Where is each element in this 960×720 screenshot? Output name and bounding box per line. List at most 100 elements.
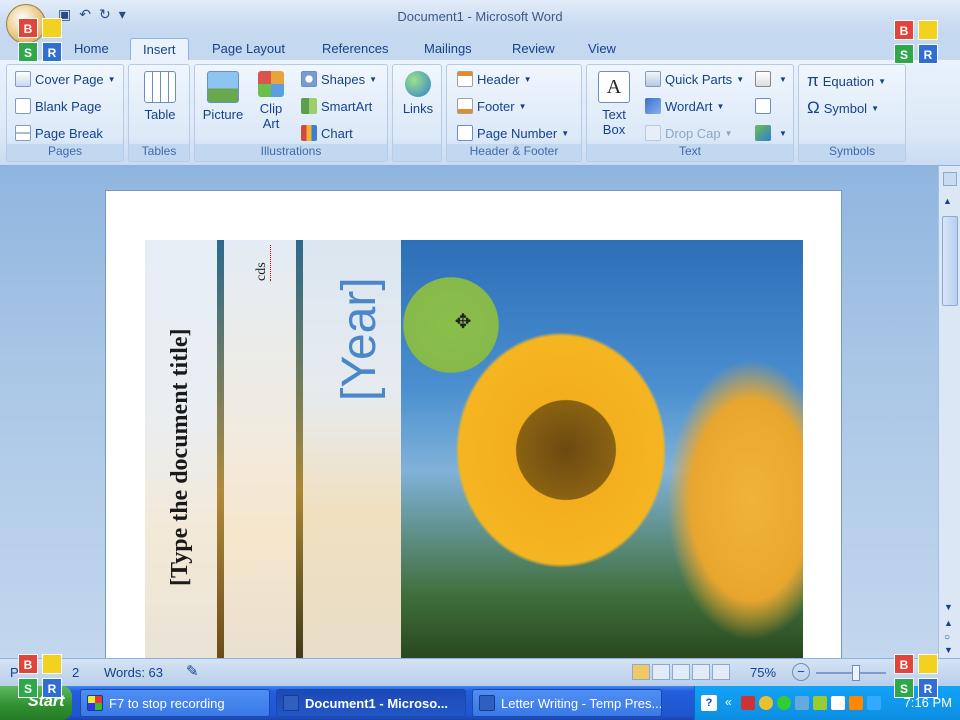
tray-app-icon[interactable] <box>741 696 755 710</box>
company-name[interactable]: cds <box>254 245 274 281</box>
page-break-button[interactable]: Page Break <box>15 125 103 141</box>
vertical-scrollbar[interactable]: ▲ ▼ ▲ ○ ▼ <box>938 166 960 658</box>
group-links: Links <box>392 64 442 162</box>
select-browse-object-icon[interactable]: ○ <box>944 632 950 643</box>
badge-blank <box>918 20 938 40</box>
tray-app-icon[interactable] <box>813 696 827 710</box>
task-letter-writing[interactable]: Letter Writing - Temp Pres... <box>472 689 662 717</box>
chevron-down-icon: ▼ <box>871 103 879 113</box>
help-icon[interactable]: ? <box>701 695 717 711</box>
expand-tray-icon[interactable]: « <box>725 695 732 709</box>
tab-home[interactable]: Home <box>62 38 121 60</box>
tray-app-icon[interactable] <box>867 696 881 710</box>
table-button[interactable]: Table <box>135 71 185 122</box>
drop-cap-label: Drop Cap <box>665 125 721 141</box>
footer-button[interactable]: Footer ▼ <box>457 98 527 114</box>
previous-page-icon[interactable]: ▲ <box>944 618 953 628</box>
chart-label: Chart <box>321 125 353 141</box>
page-number-button[interactable]: Page Number ▼ <box>457 125 569 141</box>
tray-app-icon[interactable] <box>795 696 809 710</box>
badge-s: S <box>894 678 914 698</box>
zoom-level[interactable]: 75% <box>750 665 776 680</box>
full-screen-reading-icon[interactable] <box>652 664 670 680</box>
links-button[interactable]: Links <box>397 71 439 116</box>
document-page[interactable]: [Type the document title] cds [Year] ✥ <box>105 190 842 660</box>
group-label-illustrations: Illustrations <box>195 144 387 160</box>
tab-page-layout[interactable]: Page Layout <box>200 38 297 60</box>
chart-icon <box>301 125 317 141</box>
badge-s: S <box>894 44 914 64</box>
chart-button[interactable]: Chart <box>301 125 353 141</box>
year-placeholder[interactable]: [Year] <box>328 251 388 401</box>
tray-app-icon[interactable] <box>831 696 845 710</box>
tab-insert[interactable]: Insert <box>130 38 189 60</box>
badge-b: B <box>894 654 914 674</box>
print-layout-icon[interactable] <box>632 664 650 680</box>
blank-page-button[interactable]: Blank Page <box>15 98 102 114</box>
document-area[interactable]: [Type the document title] cds [Year] ✥ <box>0 166 938 660</box>
footer-label: Footer <box>477 98 515 114</box>
shapes-label: Shapes <box>321 71 366 87</box>
shapes-button[interactable]: Shapes ▼ <box>301 71 377 87</box>
taskbar: Start F7 to stop recording Document1 - M… <box>0 686 960 720</box>
proofing-icon[interactable]: ✎ <box>186 662 199 680</box>
symbol-label: Symbol <box>823 100 868 116</box>
task-word-document[interactable]: Document1 - Microso... <box>276 689 466 717</box>
badge-r: R <box>918 678 938 698</box>
wordart-icon <box>645 98 661 114</box>
tab-references[interactable]: References <box>310 38 400 60</box>
sunflower-image[interactable] <box>401 240 803 659</box>
network-icon[interactable] <box>777 696 791 710</box>
smartart-button[interactable]: SmartArt <box>301 98 372 114</box>
object-button[interactable]: ▼ <box>755 125 787 141</box>
page-number-label: Page Number <box>477 125 558 141</box>
web-layout-icon[interactable] <box>672 664 690 680</box>
zoom-slider[interactable] <box>816 672 886 674</box>
header-button[interactable]: Header ▼ <box>457 71 532 87</box>
group-symbols: π Equation ▼ Ω Symbol ▼ Symbols <box>798 64 906 162</box>
signature-line-button[interactable]: ▼ <box>755 71 787 87</box>
symbol-button[interactable]: Ω Symbol ▼ <box>807 98 879 118</box>
group-label-header-footer: Header & Footer <box>447 144 581 160</box>
wordart-button[interactable]: WordArt ▼ <box>645 98 724 114</box>
picture-button[interactable]: Picture <box>199 71 247 122</box>
tray-app-icon[interactable] <box>849 696 863 710</box>
quick-parts-label: Quick Parts <box>665 71 733 87</box>
task-recorder[interactable]: F7 to stop recording <box>80 689 270 717</box>
group-label-symbols: Symbols <box>799 144 905 160</box>
tab-view[interactable]: View <box>576 38 628 60</box>
bsr-logo-badge: B S R <box>18 654 64 700</box>
title-bar: ▣ ↶ ↻ ▾ Document1 - Microsoft Word <box>0 0 960 44</box>
next-page-icon[interactable]: ▼ <box>944 645 953 655</box>
draft-icon[interactable] <box>712 664 730 680</box>
ruler-toggle-icon[interactable] <box>943 172 957 186</box>
footer-icon <box>457 98 473 114</box>
cover-divider <box>296 240 303 659</box>
date-time-button[interactable] <box>755 98 775 114</box>
zoom-out-icon[interactable]: − <box>792 663 810 681</box>
text-box-button[interactable]: A Text Box <box>593 71 635 137</box>
group-label-links <box>393 144 441 160</box>
scrollbar-thumb[interactable] <box>942 216 958 306</box>
scroll-up-icon[interactable]: ▲ <box>943 196 952 206</box>
equation-button[interactable]: π Equation ▼ <box>807 71 886 91</box>
zoom-slider-thumb[interactable] <box>852 665 860 681</box>
security-icon[interactable] <box>759 696 773 710</box>
bsr-logo-badge: B S R <box>894 20 940 66</box>
badge-b: B <box>18 654 38 674</box>
cover-page-button[interactable]: Cover Page ▼ <box>15 71 116 87</box>
omega-icon: Ω <box>807 98 820 117</box>
word-icon <box>283 695 299 711</box>
scroll-down-icon[interactable]: ▼ <box>944 602 953 612</box>
tab-review[interactable]: Review <box>500 38 567 60</box>
group-pages: Cover Page ▼ Blank Page Page Break Pages <box>6 64 124 162</box>
tab-mailings[interactable]: Mailings <box>412 38 484 60</box>
document-title-placeholder[interactable]: [Type the document title] <box>167 246 195 586</box>
clip-art-button[interactable]: Clip Art <box>251 71 291 131</box>
chevron-down-icon: ▼ <box>724 128 733 138</box>
word-count[interactable]: Words: 63 <box>104 665 163 680</box>
quick-parts-button[interactable]: Quick Parts ▼ <box>645 71 744 87</box>
drop-cap-button[interactable]: Drop Cap ▼ <box>645 125 733 141</box>
page-count: 2 <box>72 665 80 680</box>
outline-icon[interactable] <box>692 664 710 680</box>
